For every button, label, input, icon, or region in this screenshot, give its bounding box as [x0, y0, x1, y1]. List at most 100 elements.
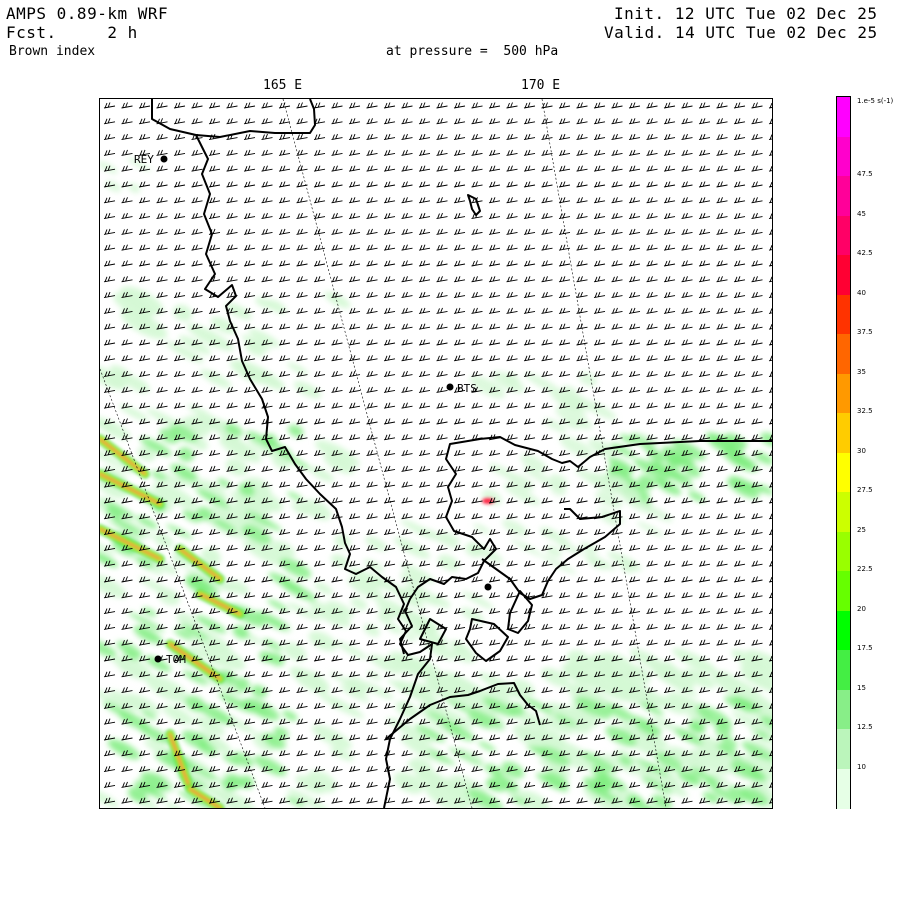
wind-barb	[576, 133, 588, 141]
wind-barb	[576, 734, 588, 741]
shading-cell	[128, 183, 141, 194]
wind-barb	[366, 797, 378, 804]
wind-barb	[576, 244, 588, 251]
wind-barb	[628, 370, 641, 378]
wind-barb	[488, 418, 501, 425]
wind-barb	[331, 655, 343, 662]
wind-barb	[751, 544, 763, 551]
wind-barb	[296, 197, 308, 204]
wind-barb	[278, 149, 291, 156]
wind-barb	[418, 260, 431, 267]
wind-barb	[663, 560, 676, 567]
wind-barb	[733, 607, 746, 615]
wind-barb	[611, 323, 623, 330]
wind-barb	[173, 165, 186, 172]
wind-barb	[558, 228, 571, 235]
wind-barb	[593, 592, 606, 599]
wind-barb	[506, 592, 518, 599]
wind-barb	[576, 339, 588, 346]
wind-barb	[243, 291, 256, 299]
wind-barb	[383, 260, 396, 267]
wind-barb	[261, 276, 273, 283]
wind-barb	[611, 576, 623, 583]
wind-barb	[348, 671, 361, 678]
wind-barb	[296, 623, 308, 630]
wind-barb	[681, 228, 693, 235]
wind-barb	[698, 133, 711, 141]
wind-barb	[296, 639, 308, 646]
wind-barb	[593, 639, 606, 646]
wind-barb	[191, 212, 203, 220]
wind-barb	[243, 165, 256, 172]
shading-cell	[253, 755, 287, 777]
wind-barb	[506, 402, 518, 409]
wind-barb	[226, 639, 238, 646]
wind-barb	[751, 528, 763, 536]
wind-barb	[243, 102, 256, 109]
wind-barb	[628, 607, 641, 615]
valid-time: Valid. 14 UTC Tue 02 Dec 25	[604, 23, 878, 42]
wind-barb	[156, 465, 168, 472]
wind-barb	[278, 355, 291, 362]
wind-barb	[646, 212, 658, 220]
wind-barb	[401, 465, 413, 472]
wind-barb	[348, 481, 361, 488]
wind-barb	[191, 750, 203, 757]
wind-barb	[698, 655, 711, 662]
wind-barb	[698, 576, 711, 583]
wind-barb	[593, 339, 606, 346]
wind-barb	[471, 307, 483, 314]
wind-barb	[593, 323, 606, 330]
wind-barb	[226, 560, 238, 567]
wind-barb	[121, 418, 133, 425]
wind-barb	[488, 639, 501, 646]
maximum-spot	[482, 498, 494, 504]
wind-barb	[296, 228, 308, 235]
wind-barb	[366, 228, 378, 235]
wind-barb	[716, 118, 728, 125]
wind-barb	[768, 292, 772, 299]
wind-barb	[383, 750, 396, 757]
wind-barb	[313, 434, 326, 441]
wind-barb	[436, 133, 448, 141]
wind-barb	[331, 418, 343, 425]
wind-barb	[436, 102, 448, 109]
wind-barb	[156, 607, 168, 615]
wind-barb	[523, 212, 536, 220]
wind-barb	[576, 386, 588, 393]
wind-barb	[243, 212, 256, 220]
wind-barb	[383, 291, 396, 299]
wind-barb	[488, 355, 501, 362]
wind-barb	[646, 418, 658, 425]
wind-barb	[733, 181, 746, 188]
wind-barb	[628, 165, 641, 172]
wind-barb	[663, 592, 676, 599]
wind-barb	[663, 307, 676, 314]
wind-barb	[471, 607, 483, 615]
wind-barb	[278, 781, 291, 788]
wind-barb	[226, 734, 238, 741]
wind-barb	[593, 197, 606, 204]
wind-barb	[348, 560, 361, 567]
wind-barb	[313, 228, 326, 235]
wind-barb	[261, 781, 273, 788]
colorbar-level-label: 37.5	[857, 328, 873, 336]
wind-barb	[226, 418, 238, 425]
wind-barb	[733, 165, 746, 172]
wind-barb	[471, 339, 483, 346]
wind-barb	[751, 386, 763, 393]
wind-barb	[191, 402, 203, 409]
wind-barb	[698, 355, 711, 362]
wind-barb	[733, 528, 746, 536]
wind-barb	[313, 102, 326, 109]
wind-barb	[523, 149, 536, 156]
wind-barb	[506, 291, 518, 299]
wind-barb	[628, 355, 641, 362]
wind-barb	[663, 276, 676, 283]
wind-barb	[541, 497, 553, 504]
wind-barb	[436, 449, 448, 457]
wind-barb	[523, 291, 536, 299]
colorbar-swatch	[837, 97, 850, 137]
wind-barb	[313, 339, 326, 346]
wind-barb	[716, 323, 728, 330]
